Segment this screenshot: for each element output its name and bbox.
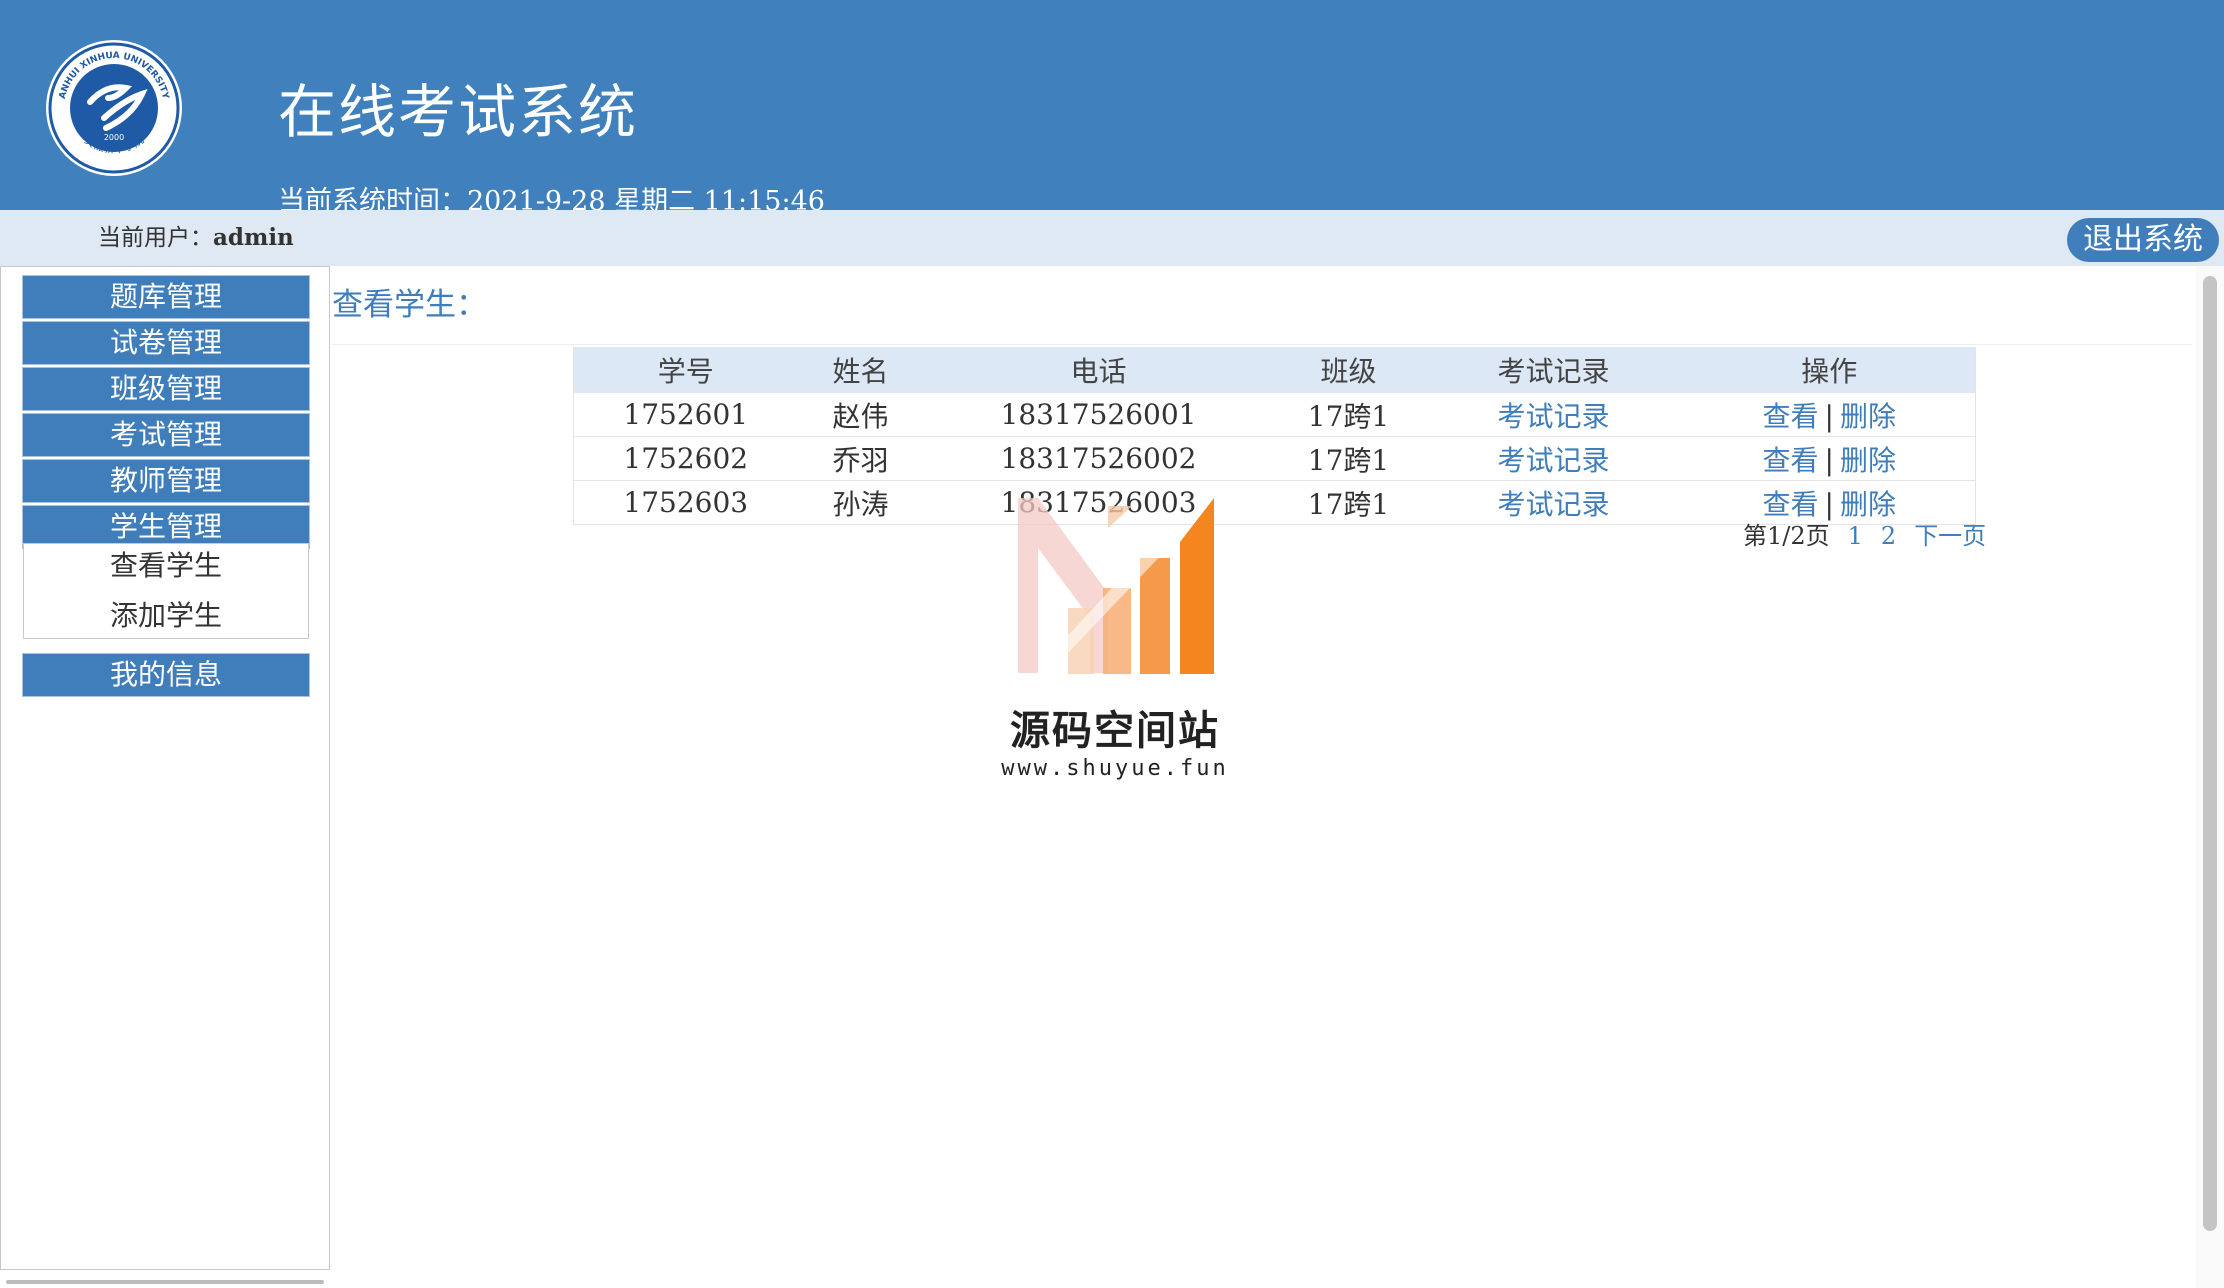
action-separator: | <box>1824 443 1834 477</box>
user-bar: 当前用户：admin 退出系统 <box>0 210 2224 266</box>
current-username: admin <box>213 224 294 251</box>
delete-link[interactable]: 删除 <box>1840 488 1896 521</box>
page-link-1[interactable]: 1 <box>1848 522 1863 550</box>
column-header-class: 班级 <box>1273 347 1424 393</box>
university-logo: ANHUI XINHUA UNIVERSITY 安徽新华学院 2000 <box>46 40 182 176</box>
cell-exam-record: 考试记录 <box>1423 480 1684 525</box>
university-seal-icon: ANHUI XINHUA UNIVERSITY 安徽新华学院 2000 <box>48 42 180 174</box>
students-table: 学号 姓名 电话 班级 考试记录 操作 1752601 赵伟 183175260… <box>573 347 1976 525</box>
column-header-actions: 操作 <box>1683 347 1976 393</box>
watermark: 源码空间站 www.shuyue.fun <box>1000 498 1230 788</box>
exam-record-link[interactable]: 考试记录 <box>1497 444 1609 477</box>
sidebar-horizontal-scrollbar[interactable] <box>6 1280 324 1284</box>
sidebar-item-exams[interactable]: 考试管理 <box>23 414 309 456</box>
bar-chart-logo-icon <box>1018 498 1214 674</box>
next-page-link[interactable]: 下一页 <box>1914 522 1986 550</box>
submenu-item-add-student[interactable]: 添加学生 <box>24 594 308 638</box>
current-user: 当前用户：admin <box>98 222 294 254</box>
cell-student-class: 17跨1 <box>1273 393 1424 437</box>
students-submenu: 查看学生 添加学生 <box>23 543 309 639</box>
cell-exam-record: 考试记录 <box>1423 436 1684 481</box>
exam-record-link[interactable]: 考试记录 <box>1497 488 1609 521</box>
cell-student-class: 17跨1 <box>1273 436 1424 481</box>
sidebar-item-my-info[interactable]: 我的信息 <box>23 654 309 696</box>
cell-actions: 查看 | 删除 <box>1683 393 1976 437</box>
cell-actions: 查看 | 删除 <box>1683 480 1976 525</box>
sidebar-item-classes[interactable]: 班级管理 <box>23 368 309 410</box>
cell-student-class: 17跨1 <box>1273 480 1424 525</box>
sidebar-item-teachers[interactable]: 教师管理 <box>23 460 309 502</box>
cell-actions: 查看 | 删除 <box>1683 436 1976 481</box>
system-clock: 当前系统时间：2021-9-28 星期二 11:15:46 <box>278 185 825 210</box>
title-divider <box>332 344 2192 345</box>
clock-label: 当前系统时间： <box>278 186 467 210</box>
column-header-phone: 电话 <box>923 347 1274 393</box>
page-link-2[interactable]: 2 <box>1881 522 1896 550</box>
clock-value: 2021-9-28 星期二 11:15:46 <box>467 186 825 210</box>
scrollbar-thumb[interactable] <box>2203 276 2217 1231</box>
watermark-url: www.shuyue.fun <box>1001 756 1229 781</box>
cell-student-id: 1752603 <box>573 480 798 525</box>
logo-year: 2000 <box>104 133 124 142</box>
cell-student-name: 乔羽 <box>797 436 924 481</box>
page-status: 第1/2页 <box>1743 522 1830 550</box>
column-header-name: 姓名 <box>797 347 924 393</box>
app-title: 在线考试系统 <box>278 78 639 146</box>
current-user-label: 当前用户： <box>98 225 213 251</box>
cell-student-id: 1752601 <box>573 393 798 437</box>
table-row: 1752603 孙涛 18317526003 17跨1 考试记录 查看 | 删除 <box>573 480 1976 525</box>
page-title: 查看学生： <box>332 287 487 323</box>
view-link[interactable]: 查看 <box>1763 444 1819 477</box>
cell-student-phone: 18317526001 <box>923 393 1274 437</box>
delete-link[interactable]: 删除 <box>1840 444 1896 477</box>
sidebar-item-question-bank[interactable]: 题库管理 <box>23 276 309 318</box>
cell-student-name: 赵伟 <box>797 393 924 437</box>
view-link[interactable]: 查看 <box>1763 400 1819 433</box>
submenu-item-view-students[interactable]: 查看学生 <box>24 544 308 588</box>
view-link[interactable]: 查看 <box>1763 488 1819 521</box>
cell-student-phone: 18317526002 <box>923 436 1274 481</box>
pagination: 第1/2页 1 2 下一页 <box>1743 520 1986 552</box>
exam-record-link[interactable]: 考试记录 <box>1497 400 1609 433</box>
table-row: 1752602 乔羽 18317526002 17跨1 考试记录 查看 | 删除 <box>573 436 1976 481</box>
logout-button[interactable]: 退出系统 <box>2067 218 2219 262</box>
sidebar-item-papers[interactable]: 试卷管理 <box>23 322 309 364</box>
header-banner: ANHUI XINHUA UNIVERSITY 安徽新华学院 2000 在线考试… <box>0 0 2224 210</box>
sidebar: 题库管理 试卷管理 班级管理 考试管理 教师管理 学生管理 查看学生 添加学生 … <box>0 266 330 1270</box>
action-separator: | <box>1824 487 1834 521</box>
delete-link[interactable]: 删除 <box>1840 400 1896 433</box>
cell-student-id: 1752602 <box>573 436 798 481</box>
sidebar-item-students[interactable]: 学生管理 <box>23 506 309 548</box>
cell-student-name: 孙涛 <box>797 480 924 525</box>
table-header-row: 学号 姓名 电话 班级 考试记录 操作 <box>573 347 1976 393</box>
cell-exam-record: 考试记录 <box>1423 393 1684 437</box>
table-row: 1752601 赵伟 18317526001 17跨1 考试记录 查看 | 删除 <box>573 393 1976 437</box>
action-separator: | <box>1824 399 1834 433</box>
column-header-exam-record: 考试记录 <box>1423 347 1684 393</box>
column-header-id: 学号 <box>573 347 798 393</box>
watermark-name: 源码空间站 <box>1010 708 1220 754</box>
